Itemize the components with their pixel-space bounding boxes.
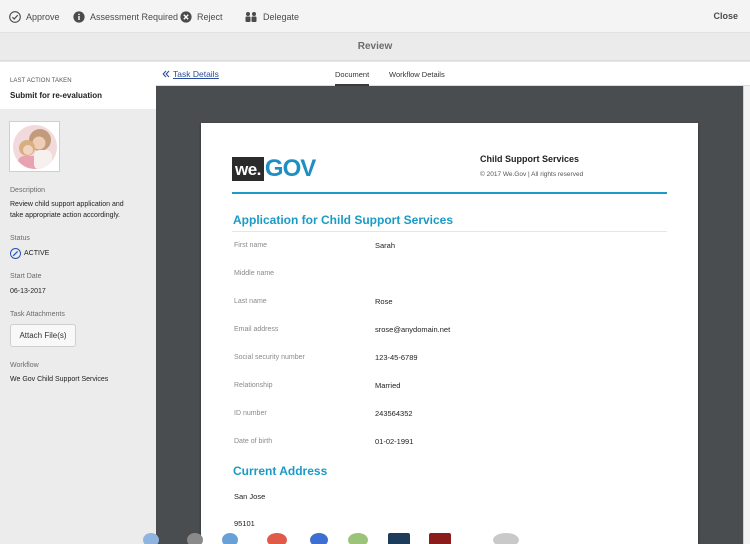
field-label-id-number: ID number xyxy=(234,410,267,417)
workflow-value: We Gov Child Support Services xyxy=(10,376,109,383)
logo-gov-text: GOV xyxy=(264,155,316,182)
we-gov-logo: we. GOV xyxy=(232,151,316,182)
review-screen: Approve Assessment Required Reject Deleg… xyxy=(0,0,750,544)
org-copyright: © 2017 We.Gov | All rights reserved xyxy=(480,171,584,178)
field-value-relationship: Married xyxy=(375,381,401,390)
dock-app-icon[interactable] xyxy=(493,533,519,544)
workflow-label: Workflow xyxy=(10,362,39,369)
field-value-first-name: Sarah xyxy=(375,241,396,250)
tab-document[interactable]: Document xyxy=(335,70,370,86)
field-value-id-number: 243564352 xyxy=(375,409,413,418)
logo-we-text: we. xyxy=(232,157,264,181)
start-date-label: Start Date xyxy=(10,273,42,280)
field-value-email: srose@anydomain.net xyxy=(375,325,451,334)
org-title: Child Support Services xyxy=(480,154,580,164)
os-dock xyxy=(140,533,540,544)
content-header: Task Details Document Workflow Details xyxy=(156,62,750,86)
dock-app-icon[interactable] xyxy=(429,533,451,544)
field-value-date-of-birth: 01-02-1991 xyxy=(375,437,414,446)
dock-app-icon[interactable] xyxy=(222,533,238,544)
dock-app-icon[interactable] xyxy=(143,533,159,544)
viewer-scrollbar[interactable] xyxy=(743,86,750,544)
delegate-users-icon xyxy=(244,11,258,23)
last-action-label: LAST ACTION TAKEN xyxy=(10,78,72,84)
field-label-middle-name: Middle name xyxy=(234,270,275,277)
status-value: ACTIVE xyxy=(24,250,50,257)
reject-x-circle-icon xyxy=(180,11,192,23)
description-line-1: Review child support application and xyxy=(10,201,124,208)
info-icon xyxy=(73,11,85,23)
task-details-link[interactable]: Task Details xyxy=(162,69,219,79)
status-label: Status xyxy=(10,235,30,242)
last-action-panel: LAST ACTION TAKEN Submit for re-evaluati… xyxy=(0,62,156,109)
delegate-label: Delegate xyxy=(263,12,300,22)
task-attachments-label: Task Attachments xyxy=(10,311,65,318)
address-city: San Jose xyxy=(234,492,266,501)
attach-files-button[interactable]: Attach File(s) xyxy=(10,324,76,347)
field-label-date-of-birth: Date of birth xyxy=(234,438,273,445)
status-clock-icon xyxy=(10,248,21,259)
section-divider xyxy=(232,231,667,232)
status-badge: ACTIVE xyxy=(10,248,49,259)
field-label-last-name: Last name xyxy=(234,298,267,305)
description-label: Description xyxy=(10,187,46,194)
current-address-title: Current Address xyxy=(233,464,328,478)
user-photo-icon xyxy=(12,124,57,169)
dock-app-icon[interactable] xyxy=(348,533,368,544)
close-button[interactable]: Close xyxy=(713,11,738,21)
task-info-sidebar: LAST ACTION TAKEN Submit for re-evaluati… xyxy=(0,62,156,544)
address-zip: 95101 xyxy=(234,519,255,528)
action-toolbar: Approve Assessment Required Reject Deleg… xyxy=(0,0,750,33)
application-document: we. GOV Child Support Services © 2017 We… xyxy=(201,123,698,544)
page-title: Review xyxy=(0,33,750,61)
task-details-label: Task Details xyxy=(173,69,219,79)
dock-app-icon[interactable] xyxy=(187,533,203,544)
field-label-ssn: Social security number xyxy=(234,354,305,361)
assessment-required-label: Assessment Required xyxy=(90,12,179,22)
reject-label: Reject xyxy=(197,12,223,22)
dock-app-icon[interactable] xyxy=(310,533,328,544)
avatar xyxy=(9,121,60,172)
delegate-button[interactable]: Delegate xyxy=(244,9,299,25)
start-date-value: 06-13-2017 xyxy=(10,288,46,295)
field-value-ssn: 123-45-6789 xyxy=(375,353,418,362)
assessment-required-button[interactable]: Assessment Required xyxy=(73,9,178,25)
dock-app-icon[interactable] xyxy=(388,533,410,544)
field-label-relationship: Relationship xyxy=(234,382,273,389)
tab-workflow-details[interactable]: Workflow Details xyxy=(389,70,445,79)
reject-button[interactable]: Reject xyxy=(180,9,223,25)
approve-button[interactable]: Approve xyxy=(9,9,60,25)
double-chevron-left-icon xyxy=(162,70,170,78)
application-title: Application for Child Support Services xyxy=(233,213,454,227)
approve-label: Approve xyxy=(26,12,60,22)
field-value-last-name: Rose xyxy=(375,297,393,306)
field-label-first-name: First name xyxy=(234,242,268,249)
description-line-2: take appropriate action accordingly. xyxy=(10,212,120,219)
header-divider xyxy=(232,192,667,194)
field-label-email: Email address xyxy=(234,326,279,333)
checkmark-circle-icon xyxy=(9,11,21,23)
dock-app-icon[interactable] xyxy=(267,533,287,544)
last-action-value: Submit for re-evaluation xyxy=(10,91,103,100)
